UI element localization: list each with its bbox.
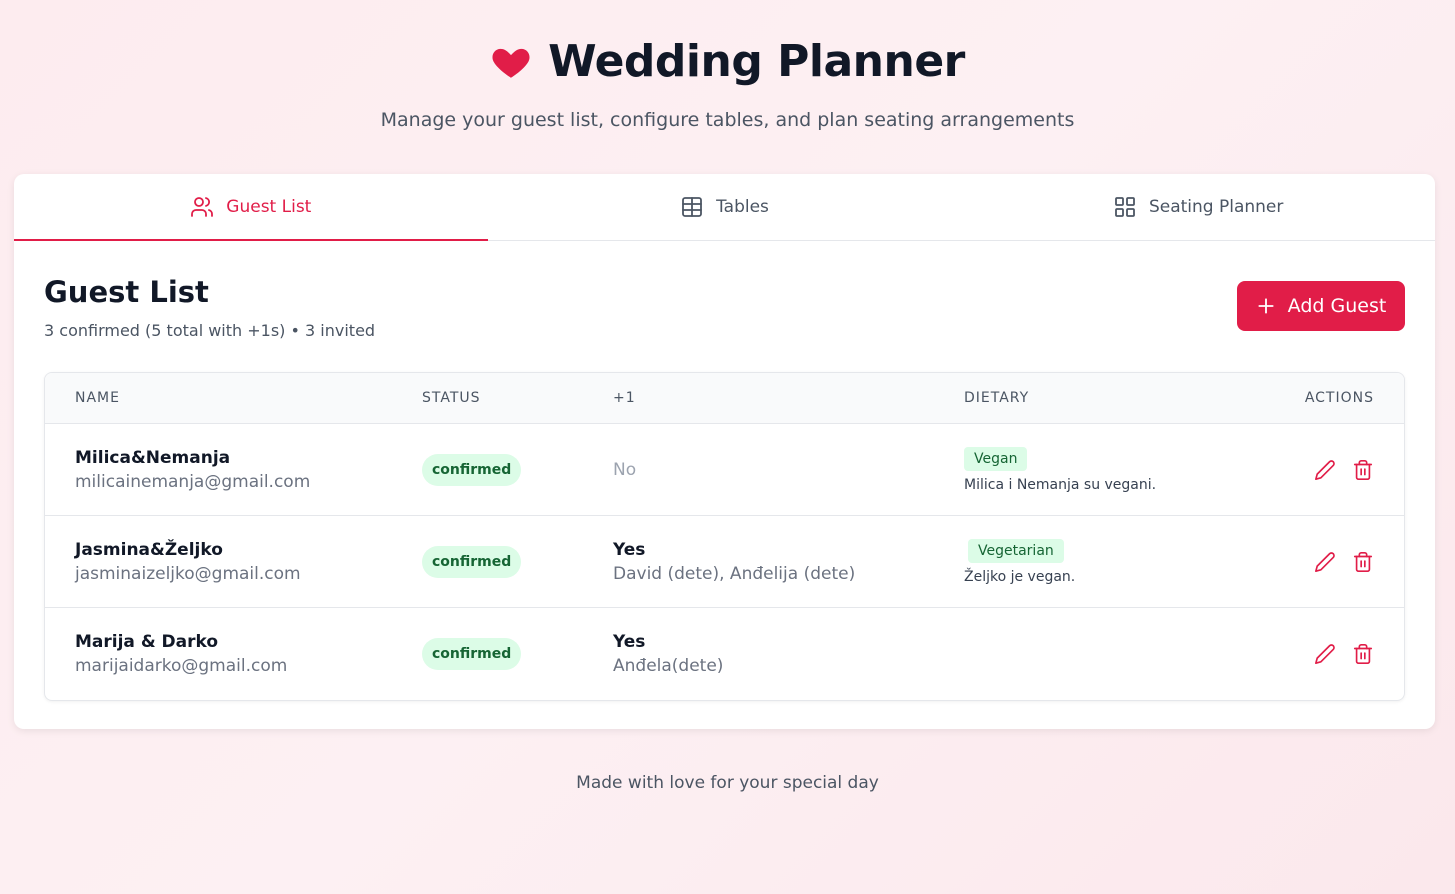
column-header-name: NAME (75, 390, 120, 406)
status-badge: confirmed (422, 545, 522, 578)
heart-icon (492, 48, 530, 78)
table-row: Marija & Darko marijaidarko@gmail.com co… (45, 608, 1404, 700)
guest-name: Jasmina&Željko (75, 539, 223, 560)
plus-one-detail: David (dete), Anđelija (dete) (613, 563, 856, 584)
guest-email: jasminaizeljko@gmail.com (75, 563, 301, 584)
plus-one-value: No (613, 459, 637, 480)
actions-cell (1264, 551, 1404, 573)
dietary-note: Željko je vegan. (964, 568, 1076, 585)
page-subtitle: Manage your guest list, configure tables… (380, 109, 1075, 131)
tab-bar: Guest List Tables Seating Planner (14, 174, 1435, 241)
plus-one-value: Yes (613, 539, 646, 560)
status-badge: confirmed (422, 638, 522, 670)
plus-one-value: Yes (613, 632, 646, 652)
guest-email: marijaidarko@gmail.com (75, 656, 288, 676)
guest-cell: Milica&Nemanja milicainemanja@gmail.com (45, 448, 422, 492)
actions-cell (1264, 643, 1404, 665)
status-cell: confirmed (422, 453, 613, 486)
guest-cell: Jasmina&Željko jasminaizeljko@gmail.com (45, 540, 422, 584)
plus-one-cell: No (613, 460, 964, 480)
main-card: Guest List Tables Seating Planner Guest … (14, 174, 1435, 729)
actions-cell (1264, 459, 1404, 481)
column-header-status: STATUS (422, 390, 481, 406)
tab-label: Tables (716, 197, 769, 217)
guest-email: milicainemanja@gmail.com (75, 471, 311, 492)
plus-one-detail: Anđela(dete) (613, 656, 724, 676)
guest-name: Marija & Darko (75, 632, 219, 652)
dietary-badge: Vegan (964, 446, 1028, 471)
trash-icon[interactable] (1352, 643, 1374, 665)
edit-icon[interactable] (1314, 551, 1336, 573)
table-row: Jasmina&Željko jasminaizeljko@gmail.com … (45, 516, 1404, 608)
plus-one-cell: Yes Anđela(dete) (613, 632, 964, 676)
tab-label: Guest List (226, 197, 312, 217)
guest-list-panel: Guest List 3 confirmed (5 total with +1s… (14, 241, 1435, 701)
grid-icon (1115, 197, 1135, 217)
guest-table: NAME STATUS +1 DIETARY ACTIONS Milica&Ne… (44, 372, 1405, 701)
dietary-note: Milica i Nemanja su vegani. (964, 476, 1157, 493)
users-icon (191, 197, 214, 217)
dietary-cell: Vegetarian Željko je vegan. (964, 538, 1264, 585)
page-title: Wedding Planner (548, 36, 965, 87)
title-row: Wedding Planner (0, 36, 1455, 87)
status-cell: confirmed (422, 545, 613, 578)
dietary-badge: Vegetarian (968, 538, 1064, 563)
guest-cell: Marija & Darko marijaidarko@gmail.com (45, 632, 422, 676)
add-guest-label: Add Guest (1287, 295, 1387, 317)
status-badge: confirmed (422, 453, 522, 486)
column-header-dietary: DIETARY (964, 390, 1030, 406)
edit-icon[interactable] (1314, 459, 1336, 481)
add-guest-button[interactable]: Add Guest (1237, 281, 1405, 331)
section-title: Guest List (44, 275, 209, 309)
page-header: Wedding Planner Manage your guest list, … (0, 0, 1455, 131)
tab-tables[interactable]: Tables (488, 174, 962, 240)
plus-one-cell: Yes David (dete), Anđelija (dete) (613, 540, 964, 584)
column-header-plus-one: +1 (613, 390, 636, 406)
column-header-actions: ACTIONS (1304, 390, 1374, 406)
table-row: Milica&Nemanja milicainemanja@gmail.com … (45, 424, 1404, 516)
guest-summary: 3 confirmed (5 total with +1s) • 3 invit… (44, 321, 376, 340)
table-header: NAME STATUS +1 DIETARY ACTIONS (45, 373, 1404, 424)
dietary-cell: Vegan Milica i Nemanja su vegani. (964, 446, 1264, 493)
plus-icon (1258, 298, 1274, 314)
tab-guest-list[interactable]: Guest List (14, 174, 488, 241)
trash-icon[interactable] (1352, 459, 1374, 481)
status-cell: confirmed (422, 638, 613, 670)
guest-name: Milica&Nemanja (75, 447, 231, 468)
trash-icon[interactable] (1352, 551, 1374, 573)
tab-label: Seating Planner (1148, 197, 1284, 217)
table-icon (682, 197, 702, 217)
footer-text: Made with love for your special day (576, 773, 879, 793)
tab-seating-planner[interactable]: Seating Planner (961, 174, 1435, 240)
edit-icon[interactable] (1314, 643, 1336, 665)
